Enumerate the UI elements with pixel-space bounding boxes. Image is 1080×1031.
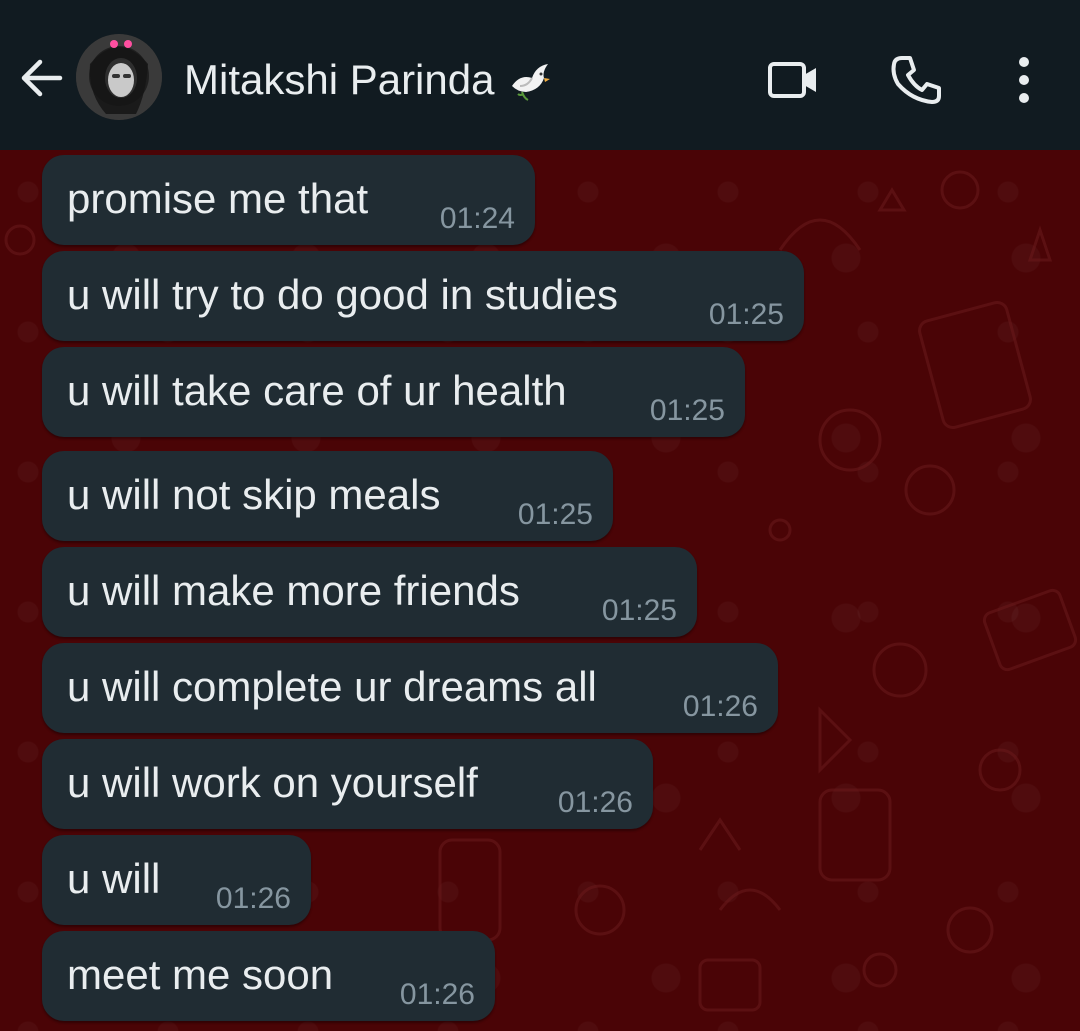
contact-name-text: Mitakshi Parinda	[184, 56, 495, 103]
message-time: 01:26	[682, 690, 758, 723]
message-bubble[interactable]: promise me that 01:24	[42, 155, 535, 245]
message-time: 01:26	[399, 978, 475, 1011]
arrow-left-icon[interactable]	[18, 54, 66, 102]
message-text: meet me soon	[67, 951, 334, 998]
contact-name[interactable]: Mitakshi Parinda	[184, 52, 554, 108]
message-time: 01:25	[708, 298, 784, 331]
message-text: u will not skip meals	[67, 471, 441, 518]
message-time: 01:24	[439, 202, 515, 235]
message-bubble[interactable]: u will 01:26	[42, 835, 311, 925]
avatar[interactable]	[76, 34, 162, 120]
message-time: 01:25	[649, 394, 725, 427]
message-text: u will work on yourself	[67, 759, 478, 806]
message-time: 01:25	[601, 594, 677, 627]
message-bubble[interactable]: u will make more friends 01:25	[42, 547, 697, 637]
dove-emoji	[512, 64, 551, 101]
message-bubble[interactable]: meet me soon 01:26	[42, 931, 495, 1021]
message-text: u will complete ur dreams all	[67, 663, 597, 710]
message-time: 01:26	[557, 786, 633, 819]
message-text: u will try to do good in studies	[67, 271, 618, 318]
message-bubble[interactable]: u will take care of ur health 01:25	[42, 347, 745, 437]
video-camera-icon[interactable]	[764, 50, 824, 110]
message-time: 01:25	[517, 498, 593, 531]
message-text: u will take care of ur health	[67, 367, 567, 414]
message-bubble[interactable]: u will work on yourself 01:26	[42, 739, 653, 829]
message-time: 01:26	[215, 882, 291, 915]
message-text: promise me that	[67, 175, 369, 222]
message-text: u will	[67, 855, 161, 902]
message-text: u will make more friends	[67, 567, 520, 614]
message-bubble[interactable]: u will complete ur dreams all 01:26	[42, 643, 778, 733]
message-bubble[interactable]: u will try to do good in studies 01:25	[42, 251, 804, 341]
more-vertical-icon[interactable]	[994, 50, 1054, 110]
message-bubble[interactable]: u will not skip meals 01:25	[42, 451, 613, 541]
chat-header: Mitakshi Parinda	[0, 0, 1080, 150]
phone-icon[interactable]	[886, 50, 946, 110]
